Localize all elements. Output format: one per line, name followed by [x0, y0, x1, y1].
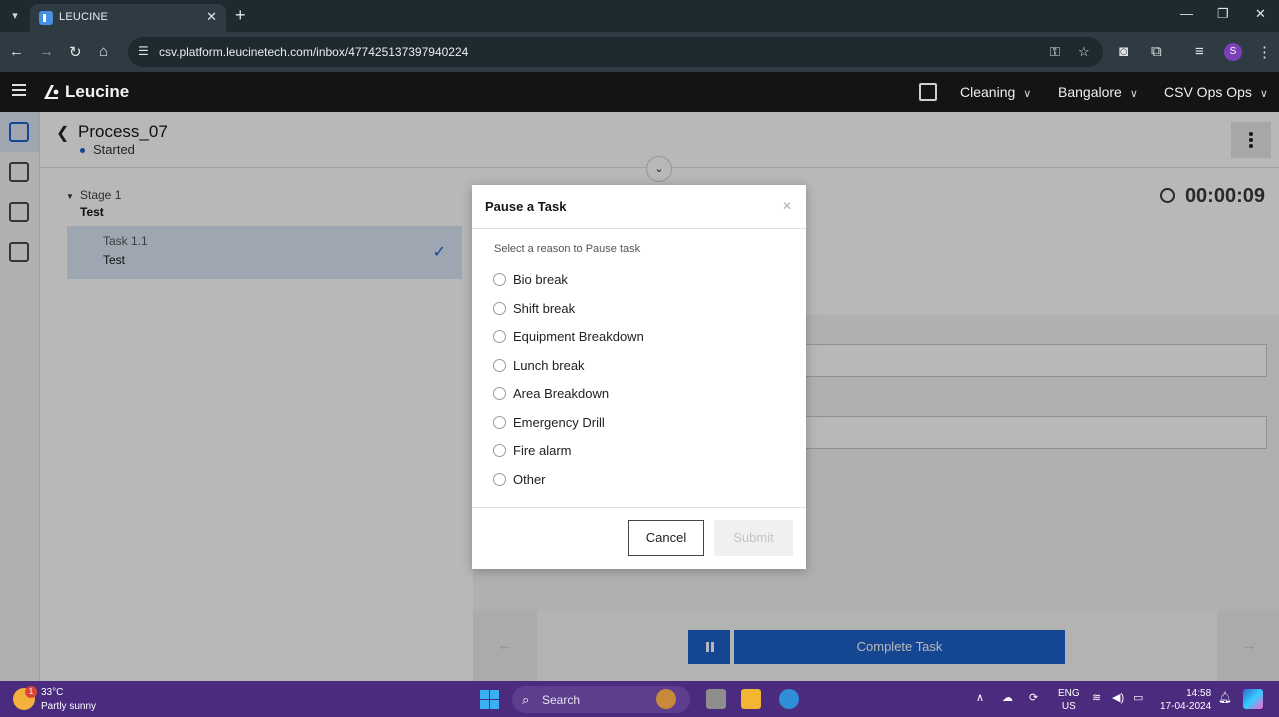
- reason-label[interactable]: Bio break: [513, 272, 568, 287]
- user-dropdown[interactable]: CSV Ops Ops ∨: [1164, 84, 1268, 100]
- facility-dropdown[interactable]: Cleaning ∨: [960, 84, 1031, 100]
- dialog-prompt: Select a reason to Pause task: [494, 243, 641, 255]
- volume-icon[interactable]: ◀): [1112, 691, 1124, 704]
- radio-button[interactable]: [493, 330, 506, 343]
- close-window-icon[interactable]: ✕: [1255, 6, 1266, 22]
- radio-button[interactable]: [493, 302, 506, 315]
- close-icon[interactable]: ✕: [782, 199, 792, 213]
- radio-button[interactable]: [493, 359, 506, 372]
- clock-date: 17-04-2024: [1160, 701, 1212, 712]
- browser-menu-icon[interactable]: ⋮: [1257, 43, 1272, 61]
- copilot-icon[interactable]: [1243, 689, 1263, 709]
- radio-button[interactable]: [493, 416, 506, 429]
- chrome-icon[interactable]: [779, 689, 799, 709]
- restore-icon[interactable]: ❐: [1217, 6, 1229, 22]
- reason-label[interactable]: Lunch break: [513, 358, 585, 373]
- user-label: CSV Ops Ops: [1164, 84, 1252, 100]
- browser-tab[interactable]: LEUCINE ✕: [30, 4, 226, 32]
- search-icon: ⌕: [522, 692, 530, 707]
- bookmark-star-icon[interactable]: ☆: [1078, 44, 1090, 60]
- chevron-down-icon: ∨: [1023, 88, 1032, 100]
- tray-overflow-icon[interactable]: ∧: [976, 691, 984, 704]
- weather-temperature[interactable]: 33°C: [41, 687, 63, 698]
- windows-start-icon[interactable]: [480, 690, 499, 709]
- pause-task-dialog: Pause a Task ✕ Select a reason to Pause …: [472, 185, 806, 569]
- reading-list-icon[interactable]: ≡: [1195, 43, 1204, 60]
- site-dropdown[interactable]: Bangalore ∨: [1058, 84, 1138, 100]
- browser-tab-strip: ▾ LEUCINE ✕ + — ❐ ✕: [0, 0, 1279, 32]
- browser-toolbar: ← → ↻ ⌂ ☰ csv.platform.leucinetech.com/i…: [0, 32, 1279, 72]
- widget-character-icon[interactable]: [656, 689, 676, 709]
- weather-badge: 1: [25, 686, 37, 698]
- onedrive-cloud-icon[interactable]: ☁: [1002, 691, 1013, 704]
- sync-icon[interactable]: ⟳: [1029, 691, 1038, 704]
- region-code: US: [1061, 701, 1076, 712]
- weather-description[interactable]: Partly sunny: [41, 701, 96, 712]
- chevron-down-icon: ∨: [1259, 88, 1268, 100]
- password-key-icon[interactable]: ⚿: [1050, 44, 1060, 60]
- reason-label[interactable]: Area Breakdown: [513, 386, 609, 401]
- leucine-logo-icon: [44, 85, 59, 99]
- taskbar-search-label: Search: [542, 693, 581, 707]
- language-indicator[interactable]: ENG US: [1058, 687, 1080, 713]
- new-tab-icon[interactable]: +: [235, 5, 246, 26]
- wifi-icon[interactable]: ≋: [1092, 691, 1101, 704]
- submit-button[interactable]: Submit: [714, 520, 793, 556]
- forward-icon[interactable]: →: [39, 43, 54, 60]
- dialog-header: Pause a Task ✕: [472, 185, 806, 229]
- os-taskbar: 1 33°C Partly sunny ⌕ Search ∧ ☁ ⟳ ENG U…: [0, 681, 1279, 717]
- clock-time: 14:58: [1186, 688, 1212, 699]
- profile-avatar[interactable]: S: [1224, 43, 1242, 61]
- system-clock[interactable]: 14:58 17-04-2024: [1160, 687, 1211, 713]
- radio-button[interactable]: [493, 444, 506, 457]
- radio-button[interactable]: [493, 273, 506, 286]
- leucine-favicon-icon: [39, 11, 53, 25]
- back-icon[interactable]: ←: [9, 43, 24, 60]
- radio-button[interactable]: [493, 387, 506, 400]
- task-view-icon[interactable]: [706, 689, 726, 709]
- facility-label: Cleaning: [960, 84, 1016, 100]
- reload-icon[interactable]: ↻: [69, 43, 82, 61]
- close-tab-icon[interactable]: ✕: [206, 9, 217, 25]
- scan-qr-icon[interactable]: [919, 83, 937, 101]
- home-icon[interactable]: ⌂: [99, 43, 108, 60]
- screenshot-icon[interactable]: ◙: [1119, 43, 1128, 60]
- battery-icon[interactable]: ▭: [1133, 691, 1143, 704]
- brand-name: Leucine: [65, 82, 130, 101]
- radio-button[interactable]: [493, 473, 506, 486]
- dialog-divider: [472, 507, 806, 508]
- chevron-down-icon: ∨: [1129, 88, 1138, 100]
- address-bar[interactable]: ☰ csv.platform.leucinetech.com/inbox/477…: [128, 37, 1103, 67]
- site-info-icon[interactable]: ☰: [138, 44, 152, 58]
- reason-label[interactable]: Fire alarm: [513, 443, 572, 458]
- app-header: Leucine Cleaning ∨ Bangalore ∨ CSV Ops Ops…: [0, 72, 1279, 112]
- tab-title: LEUCINE: [59, 11, 109, 23]
- reason-label[interactable]: Other: [513, 472, 546, 487]
- reason-label[interactable]: Emergency Drill: [513, 415, 605, 430]
- file-explorer-icon[interactable]: [741, 689, 761, 709]
- extensions-icon[interactable]: ⧉: [1151, 43, 1162, 60]
- language-code: ENG: [1058, 688, 1080, 699]
- cancel-button[interactable]: Cancel: [628, 520, 704, 556]
- url-text[interactable]: csv.platform.leucinetech.com/inbox/47742…: [159, 45, 468, 59]
- notification-bell-icon[interactable]: 🔔︎: [1218, 691, 1232, 704]
- reason-label[interactable]: Equipment Breakdown: [513, 329, 644, 344]
- tab-search-icon[interactable]: ▾: [6, 7, 24, 25]
- site-label: Bangalore: [1058, 84, 1122, 100]
- minimize-icon[interactable]: —: [1180, 6, 1193, 21]
- reason-label[interactable]: Shift break: [513, 301, 575, 316]
- dialog-title: Pause a Task: [485, 199, 567, 214]
- hamburger-menu-icon[interactable]: [12, 84, 26, 96]
